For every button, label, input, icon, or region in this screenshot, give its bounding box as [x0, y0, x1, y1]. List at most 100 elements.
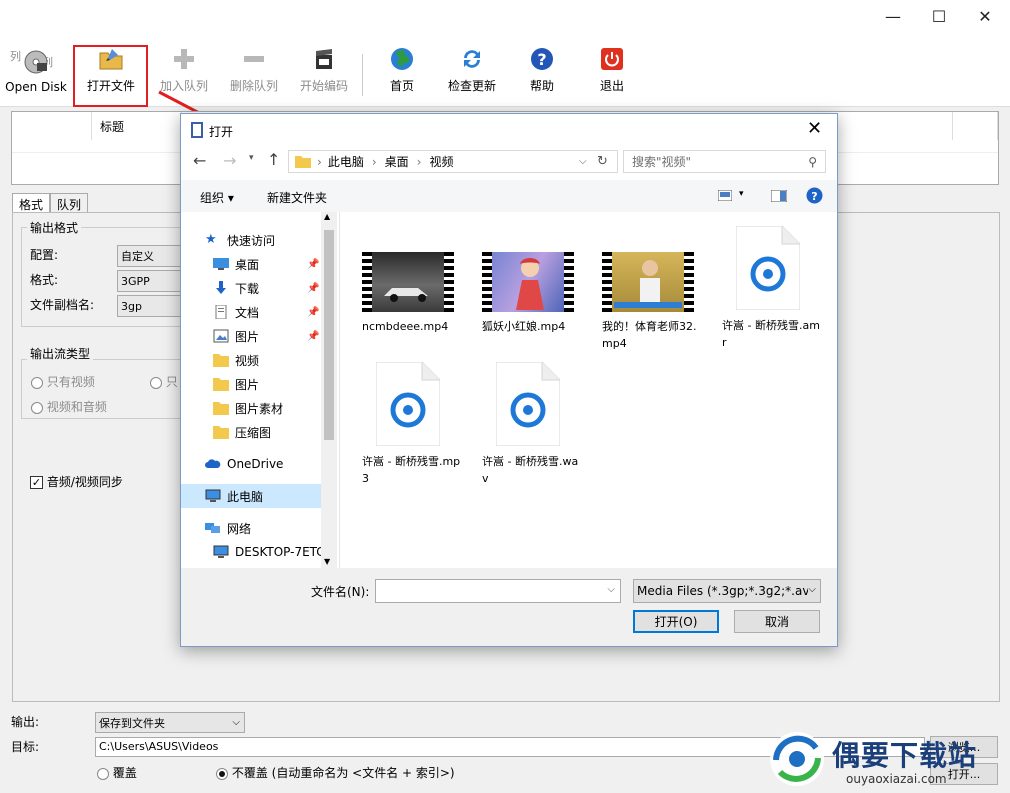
pin-icon[interactable]: 📌: [307, 283, 319, 294]
open-disk-button[interactable]: Open Disk: [4, 32, 68, 104]
address-bar[interactable]: › 此电脑 › 桌面 › 视频 ⌵ ↻: [288, 150, 618, 173]
column-header-blank[interactable]: [12, 112, 92, 140]
nav-desktop-pc[interactable]: DESKTOP-7ETC: [181, 540, 321, 564]
tab-format[interactable]: 格式: [12, 193, 51, 213]
file-name: 许嵩 - 断桥残雪.mp3: [362, 455, 461, 485]
column-header-end[interactable]: [952, 112, 998, 140]
exit-button[interactable]: 退出: [580, 32, 644, 104]
file-item[interactable]: 许嵩 - 断桥残雪.wav: [482, 361, 582, 492]
up-arrow-icon[interactable]: ↑: [267, 150, 280, 169]
pin-icon[interactable]: 📌: [307, 307, 319, 318]
search-input[interactable]: 搜索"视频" ⚲: [623, 150, 826, 173]
close-button[interactable]: ✕: [962, 0, 1008, 32]
exit-label: 退出: [599, 79, 624, 93]
av-sync-checkbox[interactable]: ✓ 音频/视频同步: [30, 473, 123, 490]
config-select[interactable]: 自定义: [117, 245, 183, 267]
new-folder-button[interactable]: 新建文件夹: [267, 189, 327, 206]
highlight-box: [73, 45, 148, 107]
organize-button[interactable]: 组织 ▾: [200, 189, 234, 206]
radio-option-2[interactable]: 只: [150, 373, 178, 390]
watermark-logo-icon: [770, 732, 824, 786]
globe-icon: [388, 45, 416, 73]
nav-desktop[interactable]: 桌面 📌: [181, 252, 321, 276]
nav-onedrive[interactable]: OneDrive: [181, 452, 321, 476]
video-thumbnail: [602, 252, 694, 312]
view-mode-icon[interactable]: [718, 190, 732, 201]
nav-this-pc[interactable]: 此电脑: [181, 484, 321, 508]
back-arrow-icon[interactable]: ←: [193, 151, 206, 170]
radio-no-overwrite[interactable]: 不覆盖 (自动重命名为 <文件名 + 索引>): [216, 764, 455, 781]
output-format-heading: 输出格式: [27, 219, 82, 236]
nav-documents[interactable]: 文档 📌: [181, 300, 321, 324]
command-bar: 组织 ▾ 新建文件夹 ▾ ?: [181, 180, 837, 212]
nav-quick-access[interactable]: ★ 快速访问: [181, 228, 321, 252]
breadcrumb-desktop[interactable]: 桌面: [385, 153, 409, 170]
format-select[interactable]: 3GPP: [117, 270, 183, 292]
nav-scrollbar[interactable]: ▲ ▼: [321, 212, 337, 568]
check-update-button[interactable]: 检查更新: [440, 32, 504, 104]
download-icon: [216, 281, 226, 294]
dialog-title: 打开: [209, 125, 234, 139]
scroll-up-icon[interactable]: ▲: [324, 212, 330, 221]
dialog-close-icon[interactable]: ✕: [807, 118, 822, 139]
nav-folder-videos[interactable]: 视频: [181, 348, 321, 372]
cloud-icon: [205, 459, 221, 468]
file-item[interactable]: 许嵩 - 断桥残雪.mp3: [362, 361, 462, 492]
nav-folder-picture-assets[interactable]: 图片素材: [181, 396, 321, 420]
dialog-cancel-button[interactable]: 取消: [734, 610, 820, 633]
folder-icon: [213, 354, 229, 367]
help-icon[interactable]: ?: [806, 187, 823, 204]
radio-overwrite[interactable]: 覆盖: [97, 764, 137, 781]
column-header-title[interactable]: 标题: [92, 112, 182, 140]
plus-icon: [170, 45, 198, 73]
nav-folder-compressed[interactable]: 压缩图: [181, 420, 321, 444]
ext-field[interactable]: 3gp: [117, 295, 183, 317]
scrollbar-thumb[interactable]: [324, 230, 334, 440]
output-select[interactable]: 保存到文件夹 ⌵: [95, 712, 245, 733]
chevron-down-icon[interactable]: ⌵: [607, 584, 615, 595]
file-item[interactable]: 许嵩 - 断桥残雪.amr: [722, 225, 822, 356]
pin-icon[interactable]: 📌: [307, 259, 319, 270]
file-type-filter[interactable]: Media Files (*.3gp;*.3g2;*.avi ⌵: [633, 579, 821, 603]
breadcrumb-videos[interactable]: 视频: [429, 153, 453, 170]
dialog-open-button[interactable]: 打开(O): [633, 610, 719, 633]
start-encode-button[interactable]: 开始编码: [292, 32, 356, 104]
tab-queue[interactable]: 队列: [50, 193, 89, 213]
recent-chevron-icon[interactable]: ▾: [249, 153, 254, 163]
file-name: 许嵩 - 断桥残雪.wav: [482, 455, 579, 485]
file-item[interactable]: 我的！体育老师32.mp4: [602, 252, 702, 382]
scroll-down-icon[interactable]: ▼: [324, 557, 330, 566]
dialog-bottom-bar: 文件名(N): ⌵ Media Files (*.3gp;*.3g2;*.avi…: [181, 568, 837, 646]
computer-icon: [205, 489, 221, 502]
watermark-text-en: ouyaoxiazai.com: [846, 772, 947, 786]
chevron-down-icon[interactable]: ⌵: [579, 156, 587, 167]
nav-folder-pictures[interactable]: 图片: [181, 372, 321, 396]
stream-type-heading: 输出流类型: [27, 345, 94, 362]
nav-downloads[interactable]: 下载 📌: [181, 276, 321, 300]
title-bar: — ☐ ✕: [0, 0, 1010, 32]
refresh-icon[interactable]: ↻: [597, 154, 608, 169]
filename-input[interactable]: ⌵: [375, 579, 621, 603]
minimize-button[interactable]: —: [870, 0, 916, 32]
folder-icon: [213, 402, 229, 415]
breadcrumb-this-pc[interactable]: 此电脑: [328, 153, 364, 170]
clapper-icon: [310, 45, 338, 73]
nav-network[interactable]: 网络: [181, 516, 321, 540]
home-button[interactable]: 首页: [370, 32, 434, 104]
nav-pictures[interactable]: 图片 📌: [181, 324, 321, 348]
help-button[interactable]: ? 帮助: [510, 32, 574, 104]
forward-arrow-icon[interactable]: →: [223, 151, 236, 170]
ext-label: 文件副档名:: [30, 298, 95, 312]
preview-pane-icon[interactable]: [771, 190, 787, 202]
view-chevron-icon[interactable]: ▾: [739, 189, 744, 199]
pin-icon[interactable]: 📌: [307, 331, 319, 342]
radio-video-only[interactable]: 只有视频: [31, 373, 95, 390]
radio-video-audio[interactable]: 视频和音频: [31, 398, 107, 415]
chevron-down-icon[interactable]: ⌵: [808, 584, 816, 595]
anime-figure-icon: [516, 258, 544, 310]
maximize-button[interactable]: ☐: [916, 0, 962, 32]
format-label: 格式:: [30, 273, 59, 287]
caption-bar: [614, 302, 682, 308]
toolbar: 列 列 Open Disk 打开文件 加入队列 删除队列 开始编码 首页 检查更…: [0, 32, 1010, 107]
file-name: 许嵩 - 断桥残雪.amr: [722, 319, 820, 349]
